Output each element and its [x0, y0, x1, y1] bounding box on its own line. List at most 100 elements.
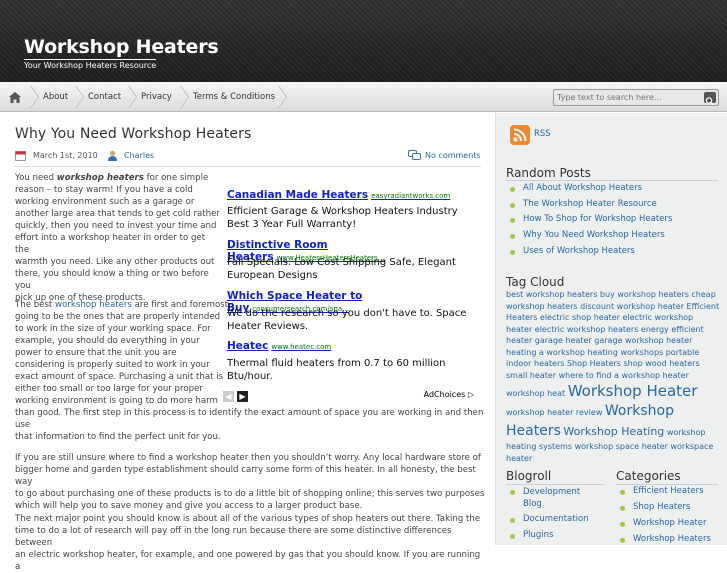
- blogroll-link[interactable]: Development Blog: [523, 486, 593, 510]
- tag-workshop-heater[interactable]: Workshop Heater: [568, 382, 698, 400]
- post-comments-link[interactable]: No comments: [425, 151, 481, 160]
- ad-title-text: Canadian Made Heaters: [227, 189, 369, 201]
- chevron-right-icon: ▶: [239, 392, 246, 401]
- blogroll-link[interactable]: Documentation: [523, 514, 589, 524]
- ad-text-4: Thermal fluid heaters from 0.7 to 60 mil…: [227, 358, 446, 382]
- post-paragraph-4: The next major point you should know is …: [15, 513, 485, 573]
- bullet: [620, 490, 625, 495]
- post-paragraph-3: If you are still unsure where to find a …: [15, 452, 485, 512]
- search-icon: [705, 97, 714, 106]
- search-input[interactable]: [557, 91, 697, 104]
- site-title[interactable]: Workshop Heaters: [24, 36, 219, 58]
- ad-prev-button[interactable]: ◀: [223, 391, 234, 402]
- calendar-icon: [15, 151, 26, 161]
- post-author[interactable]: Charles: [124, 151, 154, 160]
- ad-url: www.heatec.com: [271, 343, 332, 351]
- post-meta: March 1st, 2010 Charles No comments: [15, 150, 481, 164]
- nav-separator: [28, 86, 29, 108]
- ad-title-4[interactable]: Heatec www.heatec.com: [227, 340, 331, 352]
- text-line: that information to find the perfect uni…: [15, 432, 221, 442]
- text-line: another large area that tends to get col…: [15, 209, 220, 219]
- ad-text-2: Fall Specials. Low Cost Shipping Safe, E…: [227, 257, 456, 281]
- nav-item-terms[interactable]: Terms & Conditions: [193, 82, 275, 112]
- adchoices-link[interactable]: AdChoices ▷: [424, 390, 474, 399]
- ad-text-1: Efficient Garage & Workshop Heaters Indu…: [227, 206, 458, 230]
- site-description: Your Workshop Heaters Resource: [24, 59, 157, 70]
- tag-cloud: best workshop heaters buy workshop heate…: [506, 289, 720, 464]
- text-line: warmth you need. Like any other products…: [15, 257, 215, 267]
- home-icon[interactable]: [9, 92, 21, 103]
- user-icon: [108, 150, 117, 161]
- post-paragraph-1: You need workshop heaters for one simple…: [15, 172, 220, 304]
- text-line: there, you should know a thing or two be…: [15, 269, 209, 291]
- text: for one simple: [143, 173, 209, 183]
- nav-separator: [73, 86, 74, 108]
- random-post-link[interactable]: Uses of Workshop Heaters: [523, 246, 635, 256]
- rss-icon[interactable]: [510, 125, 530, 145]
- search-box: [553, 89, 719, 106]
- main-content: Why You Need Workshop Heaters March 1st,…: [0, 113, 495, 572]
- ad-title-1[interactable]: Canadian Made Heaters easyradiantworks.co…: [227, 189, 450, 201]
- comments-icon: [408, 150, 421, 160]
- text-line: If you are still unsure where to find a …: [15, 453, 481, 463]
- text-line: than good. The first step in this proces…: [15, 408, 484, 430]
- search-button[interactable]: [704, 92, 716, 106]
- tag-links[interactable]: workshop heater review: [506, 408, 605, 417]
- random-post-link[interactable]: How To Shop for Workshop Heaters: [523, 214, 672, 224]
- random-post-link[interactable]: The Workshop Heater Resource: [523, 199, 657, 209]
- bullet: [510, 250, 515, 255]
- adchoices-label: AdChoices: [423, 390, 466, 399]
- ad-next-button[interactable]: ▶: [237, 391, 248, 402]
- bullet: [510, 490, 515, 495]
- text-line: effort into a workshop heater in order t…: [15, 233, 206, 255]
- text-line: bigger home and garden type establishmen…: [15, 465, 476, 487]
- bullet: [510, 203, 515, 208]
- text-emphasis: workshop heaters: [56, 173, 144, 183]
- divider: [15, 166, 481, 167]
- divider: [506, 484, 604, 485]
- workshop-heaters-link[interactable]: workshop heaters: [55, 300, 132, 310]
- tag-workshop-heating[interactable]: Workshop Heating: [563, 425, 664, 438]
- category-link[interactable]: Shop Heaters: [633, 502, 690, 512]
- ad-block: Canadian Made Heaters easyradiantworks.co…: [222, 183, 482, 405]
- categories-heading: Categories: [616, 469, 681, 483]
- nav-item-privacy[interactable]: Privacy: [141, 82, 172, 112]
- site-header: Workshop Heaters Your Workshop Heaters R…: [0, 0, 727, 82]
- rss-link[interactable]: RSS: [534, 129, 551, 139]
- text-line: to go about purchasing one of these prod…: [15, 489, 485, 499]
- divider: [506, 180, 718, 181]
- sidebar: RSS Random Posts All About Workshop Heat…: [495, 113, 727, 545]
- ad-url: easyradiantworks.com: [371, 192, 451, 200]
- bullet: [510, 518, 515, 523]
- text-line: The next major point you should know is …: [15, 514, 481, 524]
- random-post-link[interactable]: Why You Need Workshop Heaters: [523, 230, 665, 240]
- category-link[interactable]: Efficient Heaters: [633, 486, 704, 496]
- divider: [616, 484, 718, 485]
- bullet: [620, 538, 625, 543]
- post-date: March 1st, 2010: [33, 151, 98, 160]
- bullet: [510, 234, 515, 239]
- text-line: which will help you to save money and gi…: [15, 501, 363, 511]
- random-post-link[interactable]: All About Workshop Heaters: [523, 183, 642, 193]
- text: The best: [15, 300, 56, 310]
- category-link[interactable]: Workshop Heaters: [633, 534, 711, 544]
- nav-separator: [126, 86, 127, 108]
- bullet: [510, 218, 515, 223]
- tag-cloud-heading: Tag Cloud: [506, 275, 565, 289]
- post-title[interactable]: Why You Need Workshop Heaters: [15, 126, 251, 142]
- ad-text-3: We do the research so you don't have to.…: [227, 308, 467, 332]
- blogroll-heading: Blogroll: [506, 469, 552, 483]
- text: are first and foremost: [131, 300, 229, 310]
- category-link[interactable]: Workshop Heater: [633, 518, 707, 528]
- text-line: an electric workshop heater, for example…: [15, 550, 481, 572]
- text-line: time to do a lot of research will pay of…: [15, 526, 452, 548]
- text: You need: [15, 173, 57, 183]
- nav-separator: [276, 86, 277, 108]
- text-line: working environment such as a garage or: [15, 197, 195, 207]
- nav-separator: [178, 86, 179, 108]
- blogroll-link[interactable]: Plugins: [523, 530, 553, 540]
- bullet: [510, 187, 515, 192]
- bullet: [510, 534, 515, 539]
- chevron-left-icon: ◀: [225, 392, 232, 401]
- nav-item-contact[interactable]: Contact: [88, 82, 121, 112]
